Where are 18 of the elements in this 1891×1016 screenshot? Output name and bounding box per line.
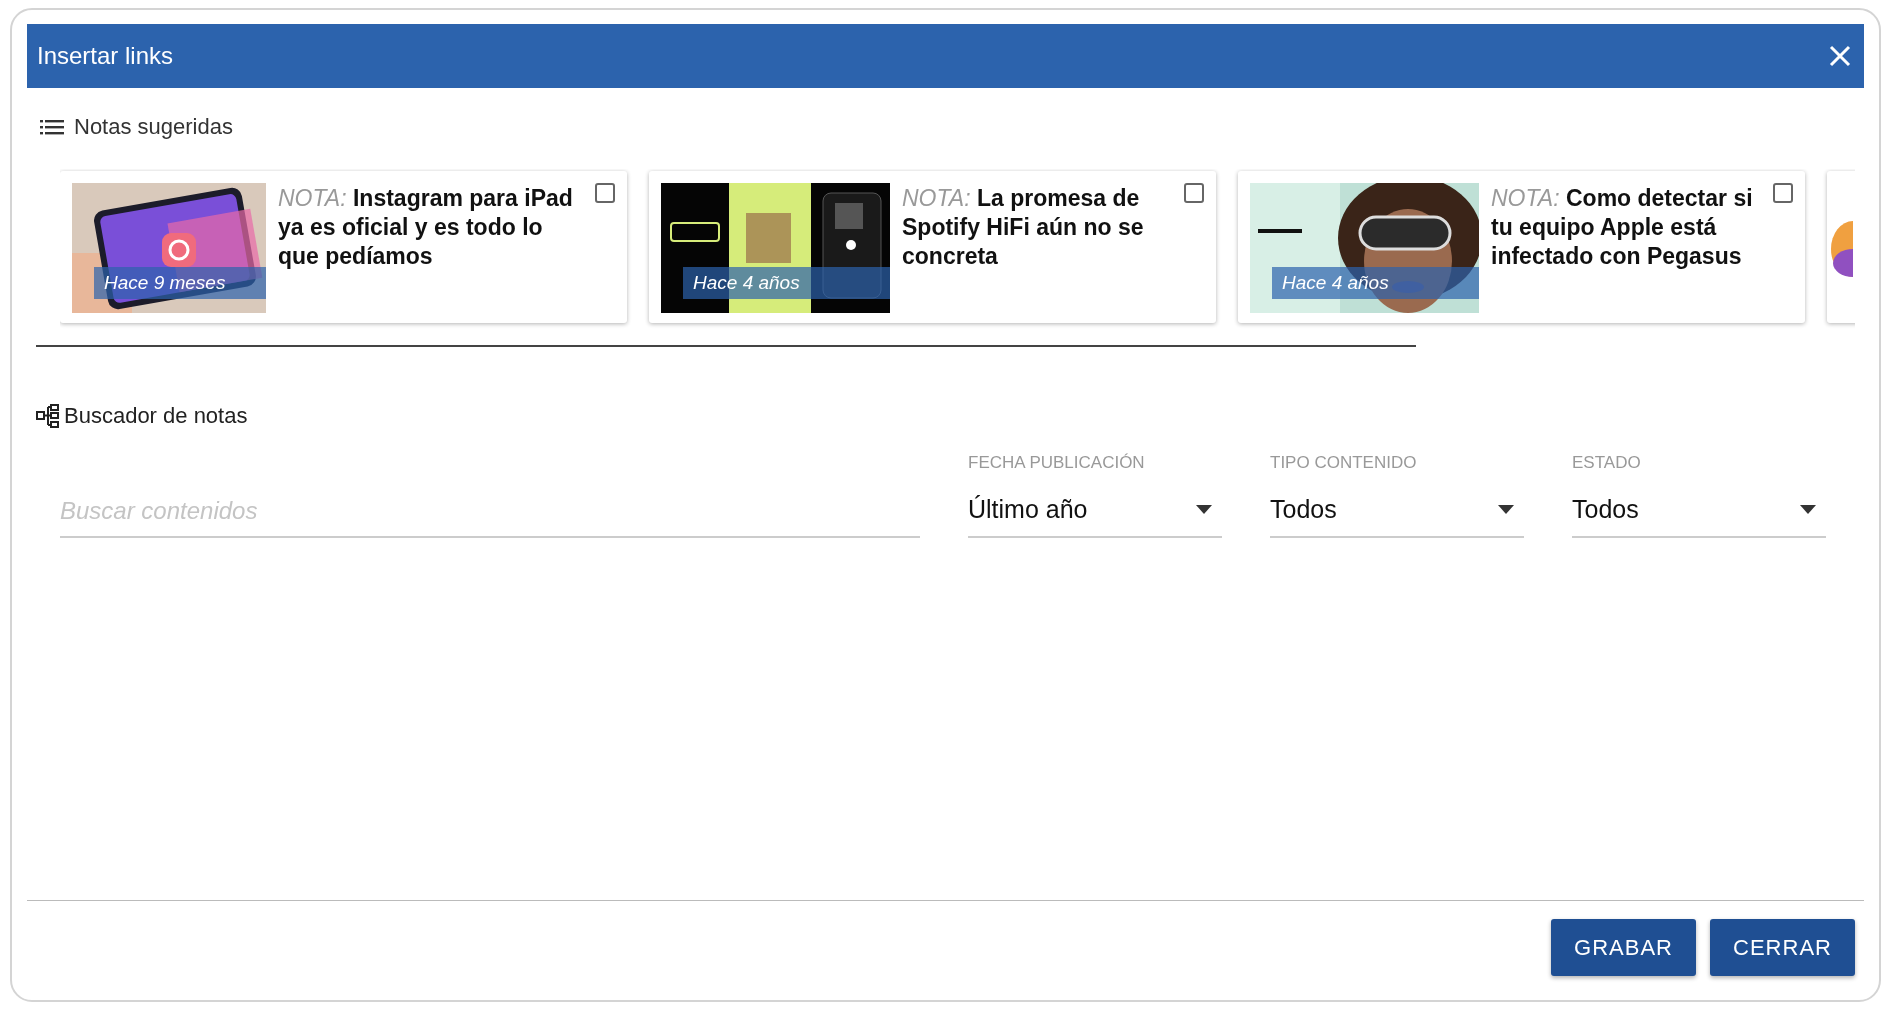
section-heading: Buscador de notas: [64, 402, 248, 430]
dialog-button[interactable]: GRABAR: [1551, 919, 1696, 976]
note-card[interactable]: Hace 4 años NOTA: Como detectar si tu equipo Apple está infectado con Pegasus: [1238, 171, 1805, 323]
filter-select[interactable]: TIPO CONTENIDO Todos: [1270, 450, 1524, 538]
search-field[interactable]: Buscar contenidos: [60, 486, 920, 538]
age-badge: Hace 9 meses: [94, 266, 266, 299]
dialog-title: Insertar links: [37, 41, 174, 71]
filter-select[interactable]: FECHA PUBLICACIÓN Último año: [968, 450, 1222, 538]
dialog-button[interactable]: CERRAR: [1710, 919, 1855, 976]
note-title: NOTA: Como detectar si tu equipo Apple está infectado con Pegasus: [1491, 185, 1753, 269]
note-card[interactable]: Hace 9 meses NOTA: Instagram para iPad ya es oficial y es todo lo que pedíamos: [60, 171, 627, 323]
section-heading: Notas sugeridas: [74, 113, 233, 141]
note-card[interactable]: Hace 4 años NOTA: La promesa de Spotify HiFi aún no se concreta: [649, 171, 1216, 323]
age-badge: Hace 4 años: [1272, 266, 1479, 299]
age-badge: Hace 4 años: [683, 266, 890, 299]
filter-select[interactable]: ESTADO Todos: [1572, 450, 1826, 538]
note-title: NOTA: Instagram para iPad ya es oficial y es todo lo que pedíamos: [278, 185, 573, 269]
note-title: NOTA: La promesa de Spotify HiFi aún no se concreta: [902, 185, 1144, 269]
